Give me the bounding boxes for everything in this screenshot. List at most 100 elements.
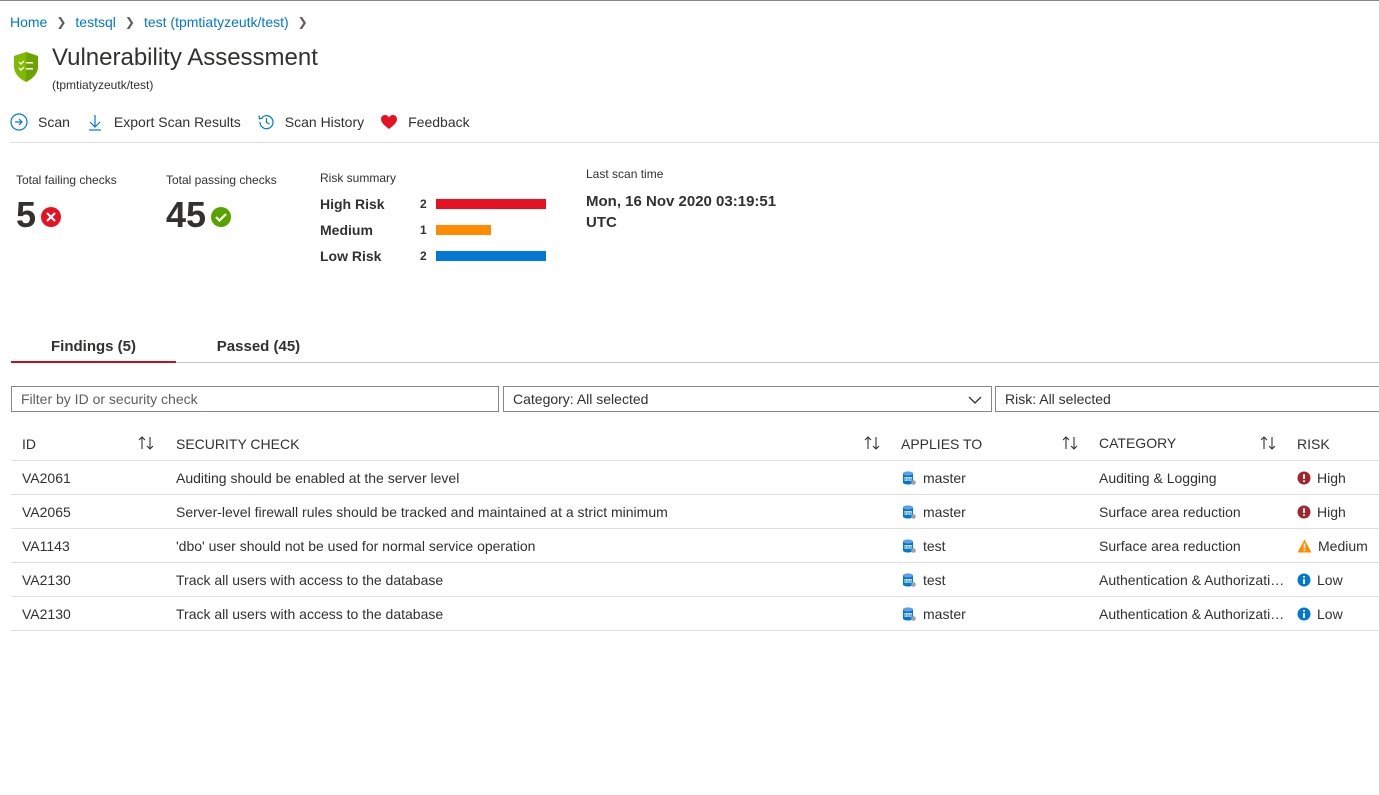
finding-id: VA1143 <box>22 538 70 554</box>
risk-level-count: 2 <box>420 197 427 211</box>
heart-icon <box>381 115 398 129</box>
svg-text:SQL: SQL <box>904 613 912 617</box>
export-scan-results-button[interactable]: Export Scan Results <box>86 113 241 131</box>
sort-icon[interactable] <box>863 435 881 451</box>
scan-button[interactable]: Scan <box>10 113 70 131</box>
chevron-right-icon: ❯ <box>124 15 135 29</box>
risk-filter-value: Risk: All selected <box>1005 391 1111 407</box>
findings-table: ID SECURITY CHECK APPLIES TO CATEGORY RI… <box>11 426 1379 631</box>
error-icon <box>1297 471 1311 485</box>
risk-summary-row: Low Risk 2 <box>320 243 546 269</box>
command-bar: Scan Export Scan Results Scan History Fe… <box>10 108 486 136</box>
info-icon <box>1297 607 1311 621</box>
page-title: Vulnerability Assessment <box>52 44 318 71</box>
security-check-name: 'dbo' user should not be used for normal… <box>176 538 536 554</box>
column-header-id[interactable]: ID <box>22 426 142 461</box>
risk-cell: High <box>1297 461 1379 495</box>
tabs-divider <box>11 362 1379 363</box>
info-icon <box>1297 573 1311 587</box>
applies-to-db: master <box>923 504 966 520</box>
history-label: Scan History <box>284 114 365 130</box>
risk-cell: Low <box>1297 563 1379 597</box>
category-cell: Authentication & Authorization <box>1099 606 1285 622</box>
success-circle-icon <box>211 207 232 227</box>
risk-level: Medium <box>1318 538 1368 554</box>
risk-level: High <box>1317 470 1346 486</box>
category-filter[interactable]: Category: All selected <box>503 386 992 412</box>
page-subtitle: (tpmtiatyzeutk/test) <box>52 78 154 92</box>
chevron-down-icon <box>968 396 982 404</box>
table-row[interactable]: VA2130 Track all users with access to the… <box>11 563 1379 597</box>
security-check-name: Server-level firewall rules should be tr… <box>176 504 668 520</box>
download-icon <box>88 115 101 131</box>
risk-level: Low <box>1317 572 1343 588</box>
risk-level-label: High Risk <box>320 196 385 212</box>
table-row[interactable]: VA2065 Server-level firewall rules should… <box>11 495 1379 529</box>
database-icon: SQL <box>903 505 916 519</box>
search-input[interactable] <box>21 391 498 407</box>
failing-checks-stat: Total failing checks 5 <box>16 173 117 235</box>
risk-level-count: 2 <box>420 249 427 263</box>
sort-icon[interactable] <box>1259 435 1277 451</box>
chevron-right-icon: ❯ <box>56 15 67 29</box>
svg-text:SQL: SQL <box>904 579 912 583</box>
risk-cell: High <box>1297 495 1379 529</box>
sort-icon[interactable] <box>1061 435 1079 451</box>
last-scan-label: Last scan time <box>586 167 664 181</box>
risk-level: Low <box>1317 606 1343 622</box>
tab-passed[interactable]: Passed (45) <box>176 338 341 364</box>
history-icon <box>258 115 274 130</box>
category-filter-value: Category: All selected <box>513 391 649 407</box>
database-icon: SQL <box>903 539 916 553</box>
top-border <box>0 0 1379 1</box>
finding-id: VA2130 <box>22 572 71 588</box>
feedback-button[interactable]: Feedback <box>380 113 470 131</box>
finding-id: VA2065 <box>22 504 71 520</box>
finding-id: VA2130 <box>22 606 71 622</box>
column-header-category[interactable]: CATEGORY <box>1099 426 1285 461</box>
column-header-applies-to[interactable]: APPLIES TO <box>901 426 1061 461</box>
table-row[interactable]: VA2061 Auditing should be enabled at the … <box>11 461 1379 495</box>
breadcrumb: Home ❯ testsql ❯ test (tpmtiatyzeutk/tes… <box>10 12 317 32</box>
risk-level-bar <box>436 199 546 209</box>
column-header-security-check[interactable]: SECURITY CHECK <box>176 426 856 461</box>
risk-cell: Low <box>1297 597 1379 631</box>
category-cell: Authentication & Authorization <box>1099 572 1285 588</box>
arrow-circle-right-icon <box>10 113 28 131</box>
breadcrumb-home[interactable]: Home <box>10 14 47 30</box>
risk-filter[interactable]: Risk: All selected <box>995 386 1379 412</box>
error-icon <box>1297 505 1311 519</box>
table-row[interactable]: VA2130 Track all users with access to the… <box>11 597 1379 631</box>
database-icon: SQL <box>903 471 916 485</box>
svg-text:SQL: SQL <box>904 545 912 549</box>
svg-text:SQL: SQL <box>904 511 912 515</box>
applies-to-cell: SQL master <box>901 495 1061 529</box>
category-cell: Surface area reduction <box>1099 504 1241 520</box>
category-cell: Auditing & Logging <box>1099 470 1217 486</box>
sort-icon[interactable] <box>137 435 155 451</box>
page-header: Vulnerability Assessment (tpmtiatyzeutk/… <box>12 44 318 92</box>
passing-checks-value: 45 <box>166 194 207 235</box>
error-circle-icon <box>41 207 62 227</box>
security-check-name: Track all users with access to the datab… <box>176 606 444 622</box>
export-label: Export Scan Results <box>113 114 241 130</box>
scan-history-button[interactable]: Scan History <box>257 113 364 131</box>
risk-level-bar <box>436 225 491 235</box>
risk-level-label: Medium <box>320 222 373 238</box>
last-scan-time: Last scan time Mon, 16 Nov 2020 03:19:51… <box>586 167 816 233</box>
feedback-label: Feedback <box>408 114 470 130</box>
breadcrumb-server[interactable]: testsql <box>75 14 115 30</box>
applies-to-cell: SQL master <box>901 461 1061 495</box>
search-filter <box>11 386 499 412</box>
database-icon: SQL <box>903 573 916 587</box>
database-icon: SQL <box>903 607 916 621</box>
shield-check-icon <box>14 52 38 82</box>
applies-to-db: test <box>923 572 946 588</box>
last-scan-timezone: UTC <box>586 214 617 231</box>
applies-to-cell: SQL test <box>901 563 1061 597</box>
risk-summary: Risk summary High Risk 2 Medium 1 Low Risk 2 <box>320 171 546 269</box>
column-header-risk[interactable]: RISK <box>1297 426 1379 461</box>
table-row[interactable]: VA1143 'dbo' user should not be used for … <box>11 529 1379 563</box>
active-tab-indicator <box>11 361 176 363</box>
breadcrumb-database[interactable]: test (tpmtiatyzeutk/test) <box>144 14 289 30</box>
